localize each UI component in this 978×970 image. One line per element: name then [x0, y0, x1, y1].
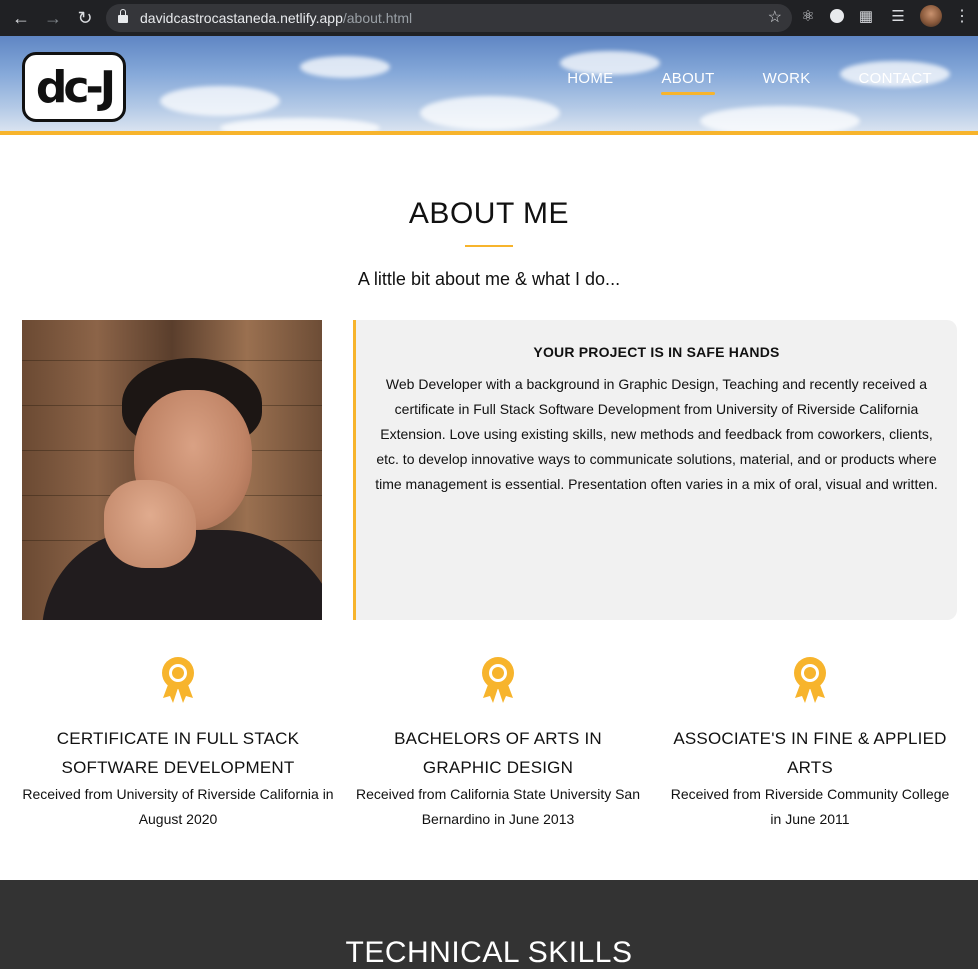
nav-about[interactable]: ABOUT: [661, 70, 715, 95]
credential-item: BACHELORS OF ARTS IN GRAPHIC DESIGN Rece…: [356, 656, 640, 832]
nav-home[interactable]: HOME: [567, 70, 613, 95]
about-info-box: YOUR PROJECT IS IN SAFE HANDS Web Develo…: [353, 320, 957, 620]
credential-desc: Received from Riverside Community Colleg…: [670, 786, 950, 827]
award-ribbon-icon: [482, 657, 514, 703]
profile-photo: [22, 320, 322, 620]
address-bar[interactable]: davidcastrocastaneda.netlify.app/about.h…: [106, 4, 792, 32]
back-icon[interactable]: ←: [8, 5, 34, 31]
credential-title: BACHELORS OF ARTS IN GRAPHIC DESIGN: [394, 729, 602, 777]
title-underline: [465, 245, 513, 247]
extension-circle-icon[interactable]: [830, 9, 844, 23]
profile-avatar[interactable]: [920, 5, 942, 27]
skills-title: TECHNICAL SKILLS: [345, 936, 633, 969]
react-devtools-icon[interactable]: ⚛: [798, 6, 818, 26]
browser-menu-icon[interactable]: ⋮: [954, 6, 970, 26]
credential-item: ASSOCIATE'S IN FINE & APPLIED ARTS Recei…: [664, 656, 956, 832]
logo-mark: dc-J: [35, 61, 116, 113]
site-header: dc-J HOME ABOUT WORK CONTACT: [0, 36, 978, 135]
credential-desc: Received from California State Universit…: [356, 786, 641, 827]
url-path: /about.html: [342, 10, 413, 26]
credential-title: CERTIFICATE IN FULL STACK SOFTWARE DEVEL…: [56, 729, 300, 777]
info-text: Web Developer with a background in Graph…: [375, 376, 938, 492]
browser-toolbar: ← → ↻ davidcastrocastaneda.netlify.app/a…: [0, 0, 978, 36]
about-title: ABOUT ME: [408, 197, 570, 230]
credential-title: ASSOCIATE'S IN FINE & APPLIED ARTS: [673, 729, 947, 777]
credential-desc: Received from University of Riverside Ca…: [22, 786, 334, 827]
reload-icon[interactable]: ↻: [72, 5, 98, 31]
award-ribbon-icon: [794, 657, 826, 703]
forward-icon[interactable]: →: [40, 5, 66, 31]
credential-item: CERTIFICATE IN FULL STACK SOFTWARE DEVEL…: [22, 656, 334, 832]
info-heading: YOUR PROJECT IS IN SAFE HANDS: [533, 344, 780, 360]
site-logo[interactable]: dc-J: [22, 52, 126, 122]
technical-skills-section: TECHNICAL SKILLS: [0, 880, 978, 969]
bookmark-star-icon[interactable]: ☆: [768, 7, 782, 27]
nav-work[interactable]: WORK: [763, 70, 811, 95]
main-nav: HOME ABOUT WORK CONTACT: [567, 70, 932, 95]
about-subtitle: A little bit about me & what I do...: [357, 269, 621, 289]
nav-contact[interactable]: CONTACT: [859, 70, 932, 95]
credentials-section: CERTIFICATE IN FULL STACK SOFTWARE DEVEL…: [0, 656, 978, 911]
media-playlist-icon[interactable]: ☰: [888, 6, 908, 26]
url-host: davidcastrocastaneda.netlify.app: [140, 10, 343, 26]
award-ribbon-icon: [162, 657, 194, 703]
extensions-puzzle-icon[interactable]: ▦: [856, 6, 876, 26]
lock-icon: [118, 9, 128, 23]
about-section: ABOUT ME A little bit about me & what I …: [0, 197, 978, 620]
